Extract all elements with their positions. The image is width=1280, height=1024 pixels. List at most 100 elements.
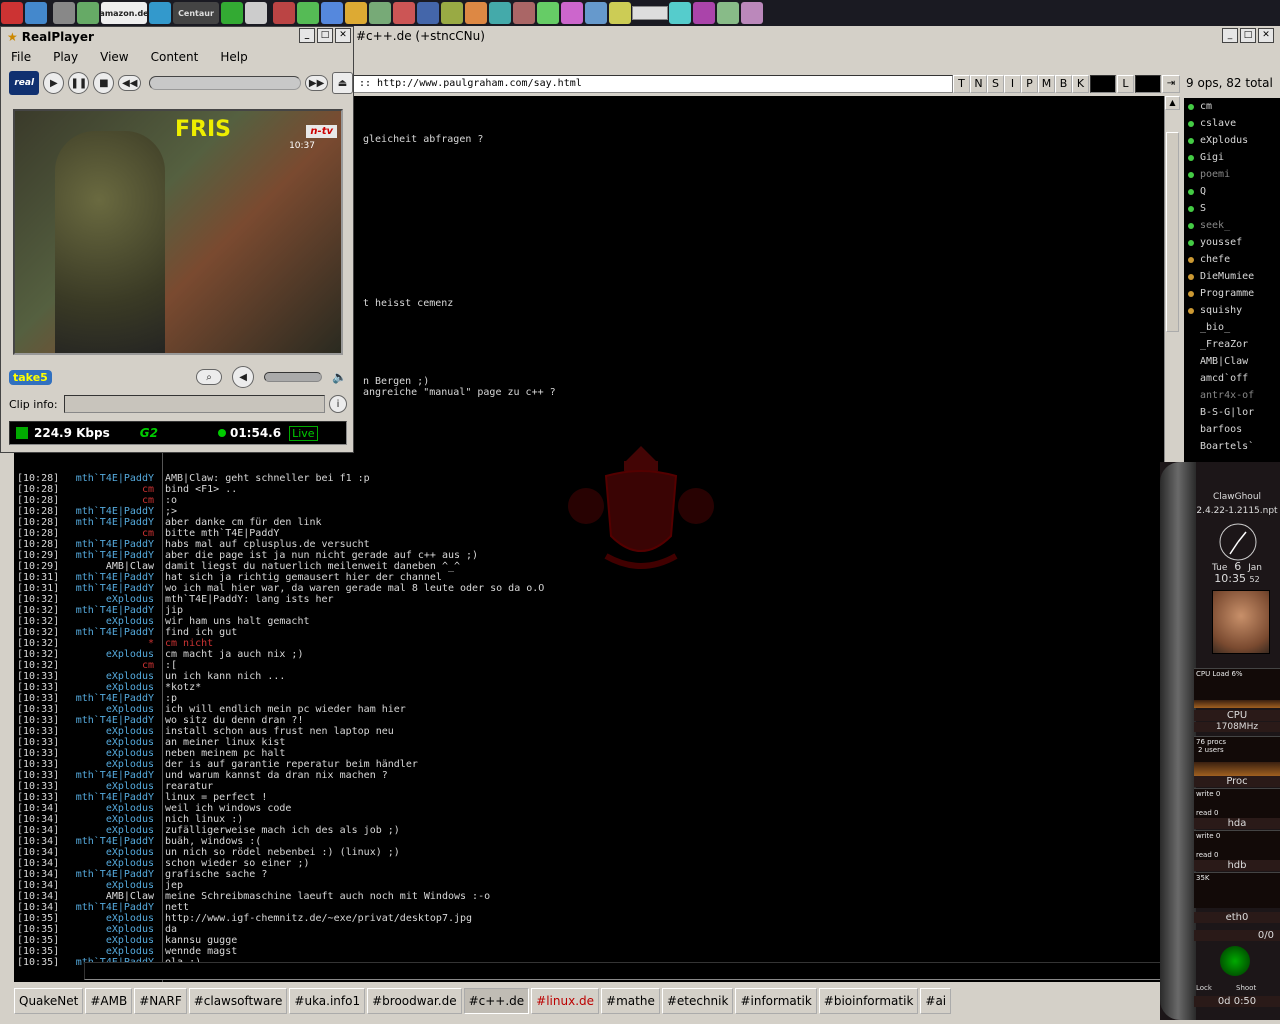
nick[interactable]: mth`T4E|PaddY: [76, 715, 154, 726]
monitor-icon[interactable]: [149, 2, 171, 24]
recycle-icon[interactable]: [1, 2, 23, 24]
nick[interactable]: mth`T4E|PaddY: [76, 506, 154, 517]
menu-file[interactable]: File: [11, 50, 31, 64]
tab-informatik[interactable]: #informatik: [735, 988, 817, 1014]
nick[interactable]: cm: [142, 660, 154, 671]
nick[interactable]: eXplodus: [106, 781, 154, 792]
tab-narf[interactable]: #NARF: [134, 988, 187, 1014]
nick[interactable]: mth`T4E|PaddY: [76, 770, 154, 781]
app-icon[interactable]: [489, 2, 511, 24]
user-list-item[interactable]: Programme: [1184, 285, 1280, 302]
mode-button-i[interactable]: I: [1004, 75, 1021, 93]
app-icon[interactable]: [693, 2, 715, 24]
tab-broodwar-de[interactable]: #broodwar.de: [367, 988, 462, 1014]
kinder-icon[interactable]: [221, 2, 243, 24]
nick[interactable]: eXplodus: [106, 748, 154, 759]
key-input[interactable]: [1135, 75, 1161, 93]
tab-amb[interactable]: #AMB: [85, 988, 133, 1014]
photo-icon[interactable]: [77, 2, 99, 24]
nick[interactable]: AMB|Claw: [106, 891, 154, 902]
nick[interactable]: eXplodus: [106, 737, 154, 748]
nick[interactable]: eXplodus: [106, 935, 154, 946]
nick[interactable]: eXplodus: [106, 924, 154, 935]
user-list[interactable]: cm cslave eXplodus Gigi poemi Q Sseek_ youssef c…: [1184, 98, 1280, 482]
lock-button[interactable]: Lock: [1196, 984, 1212, 992]
app-icon[interactable]: [297, 2, 319, 24]
nick[interactable]: eXplodus: [106, 946, 154, 957]
nick[interactable]: AMB|Claw: [106, 561, 154, 572]
stop-icon[interactable]: ■: [93, 72, 115, 94]
nick[interactable]: eXplodus: [106, 847, 154, 858]
nick[interactable]: mth`T4E|PaddY: [76, 605, 154, 616]
user-list-item[interactable]: _bio_: [1184, 319, 1280, 336]
nick[interactable]: eXplodus: [106, 594, 154, 605]
app-icon[interactable]: [393, 2, 415, 24]
app-icon[interactable]: [537, 2, 559, 24]
user-list-item[interactable]: seek_: [1184, 217, 1280, 234]
nick[interactable]: eXplodus: [106, 616, 154, 627]
tux-icon[interactable]: [245, 2, 267, 24]
close-button[interactable]: ✕: [335, 28, 351, 43]
app-icon[interactable]: [741, 2, 763, 24]
zoom-icon[interactable]: ⌕: [196, 369, 223, 385]
nick[interactable]: eXplodus: [106, 726, 154, 737]
nick[interactable]: eXplodus: [106, 803, 154, 814]
nick[interactable]: eXplodus: [106, 858, 154, 869]
nick[interactable]: cm: [142, 495, 154, 506]
user-list-item[interactable]: chefe: [1184, 251, 1280, 268]
own-nick[interactable]: AMB|Claw: [14, 964, 84, 978]
scroll-thumb[interactable]: [1166, 132, 1179, 332]
nick[interactable]: eXplodus: [106, 913, 154, 924]
user-list-item[interactable]: DieMumiee: [1184, 268, 1280, 285]
clip-info-field[interactable]: [63, 395, 325, 413]
close-button[interactable]: ✕: [1258, 28, 1274, 43]
mode-button-l[interactable]: L: [1117, 75, 1134, 93]
limit-input[interactable]: [1090, 75, 1116, 93]
user-list-item[interactable]: Boartels`: [1184, 438, 1280, 455]
nick[interactable]: eXplodus: [106, 825, 154, 836]
scroll-up-icon[interactable]: ▲: [1165, 96, 1180, 110]
moon-icon[interactable]: [25, 2, 47, 24]
app-icon[interactable]: [465, 2, 487, 24]
volume-slider[interactable]: [264, 372, 323, 382]
amazon-icon[interactable]: amazon.de: [99, 2, 149, 24]
user-list-item[interactable]: cm: [1184, 98, 1280, 115]
nick[interactable]: cm: [142, 484, 154, 495]
shoot-button[interactable]: Shoot: [1236, 984, 1256, 992]
nick[interactable]: eXplodus: [106, 880, 154, 891]
maximize-button[interactable]: □: [317, 28, 333, 43]
mode-button-n[interactable]: N: [970, 75, 987, 93]
tab-etechnik[interactable]: #etechnik: [661, 988, 734, 1014]
app-icon[interactable]: [585, 2, 607, 24]
user-list-item[interactable]: poemi: [1184, 166, 1280, 183]
nick[interactable]: eXplodus: [106, 649, 154, 660]
user-list-item[interactable]: antr4x-of: [1184, 387, 1280, 404]
tab-mathe[interactable]: #mathe: [601, 988, 660, 1014]
maximize-button[interactable]: □: [1240, 28, 1256, 43]
nick[interactable]: mth`T4E|PaddY: [76, 902, 154, 913]
tab-c-de[interactable]: #c++.de: [463, 988, 530, 1014]
user-list-item[interactable]: AMB|Claw: [1184, 353, 1280, 370]
nick[interactable]: mth`T4E|PaddY: [76, 627, 154, 638]
message-input[interactable]: [84, 962, 1180, 980]
user-list-item[interactable]: barfoos: [1184, 421, 1280, 438]
satellite-icon[interactable]: [53, 2, 75, 24]
nick[interactable]: mth`T4E|PaddY: [76, 539, 154, 550]
video-display[interactable]: FRIS n-tv 10:37: [13, 109, 343, 355]
nick[interactable]: cm: [142, 528, 154, 539]
app-icon[interactable]: [513, 2, 535, 24]
play-icon[interactable]: ▶: [43, 72, 65, 94]
tab-quakenet[interactable]: QuakeNet: [14, 988, 84, 1014]
tab-bioinformatik[interactable]: #bioinformatik: [818, 988, 919, 1014]
app-icon[interactable]: [345, 2, 367, 24]
nick[interactable]: mth`T4E|PaddY: [76, 792, 154, 803]
app-icon[interactable]: [369, 2, 391, 24]
user-list-item[interactable]: _FreaZor: [1184, 336, 1280, 353]
realplayer-titlebar[interactable]: ★ RealPlayer _ □ ✕: [1, 27, 353, 46]
user-list-item[interactable]: eXplodus: [1184, 132, 1280, 149]
mode-button-t[interactable]: T: [953, 75, 970, 93]
nick[interactable]: mth`T4E|PaddY: [76, 583, 154, 594]
menu-content[interactable]: Content: [151, 50, 199, 64]
user-list-item[interactable]: amcd`off: [1184, 370, 1280, 387]
app-icon[interactable]: [609, 2, 631, 24]
